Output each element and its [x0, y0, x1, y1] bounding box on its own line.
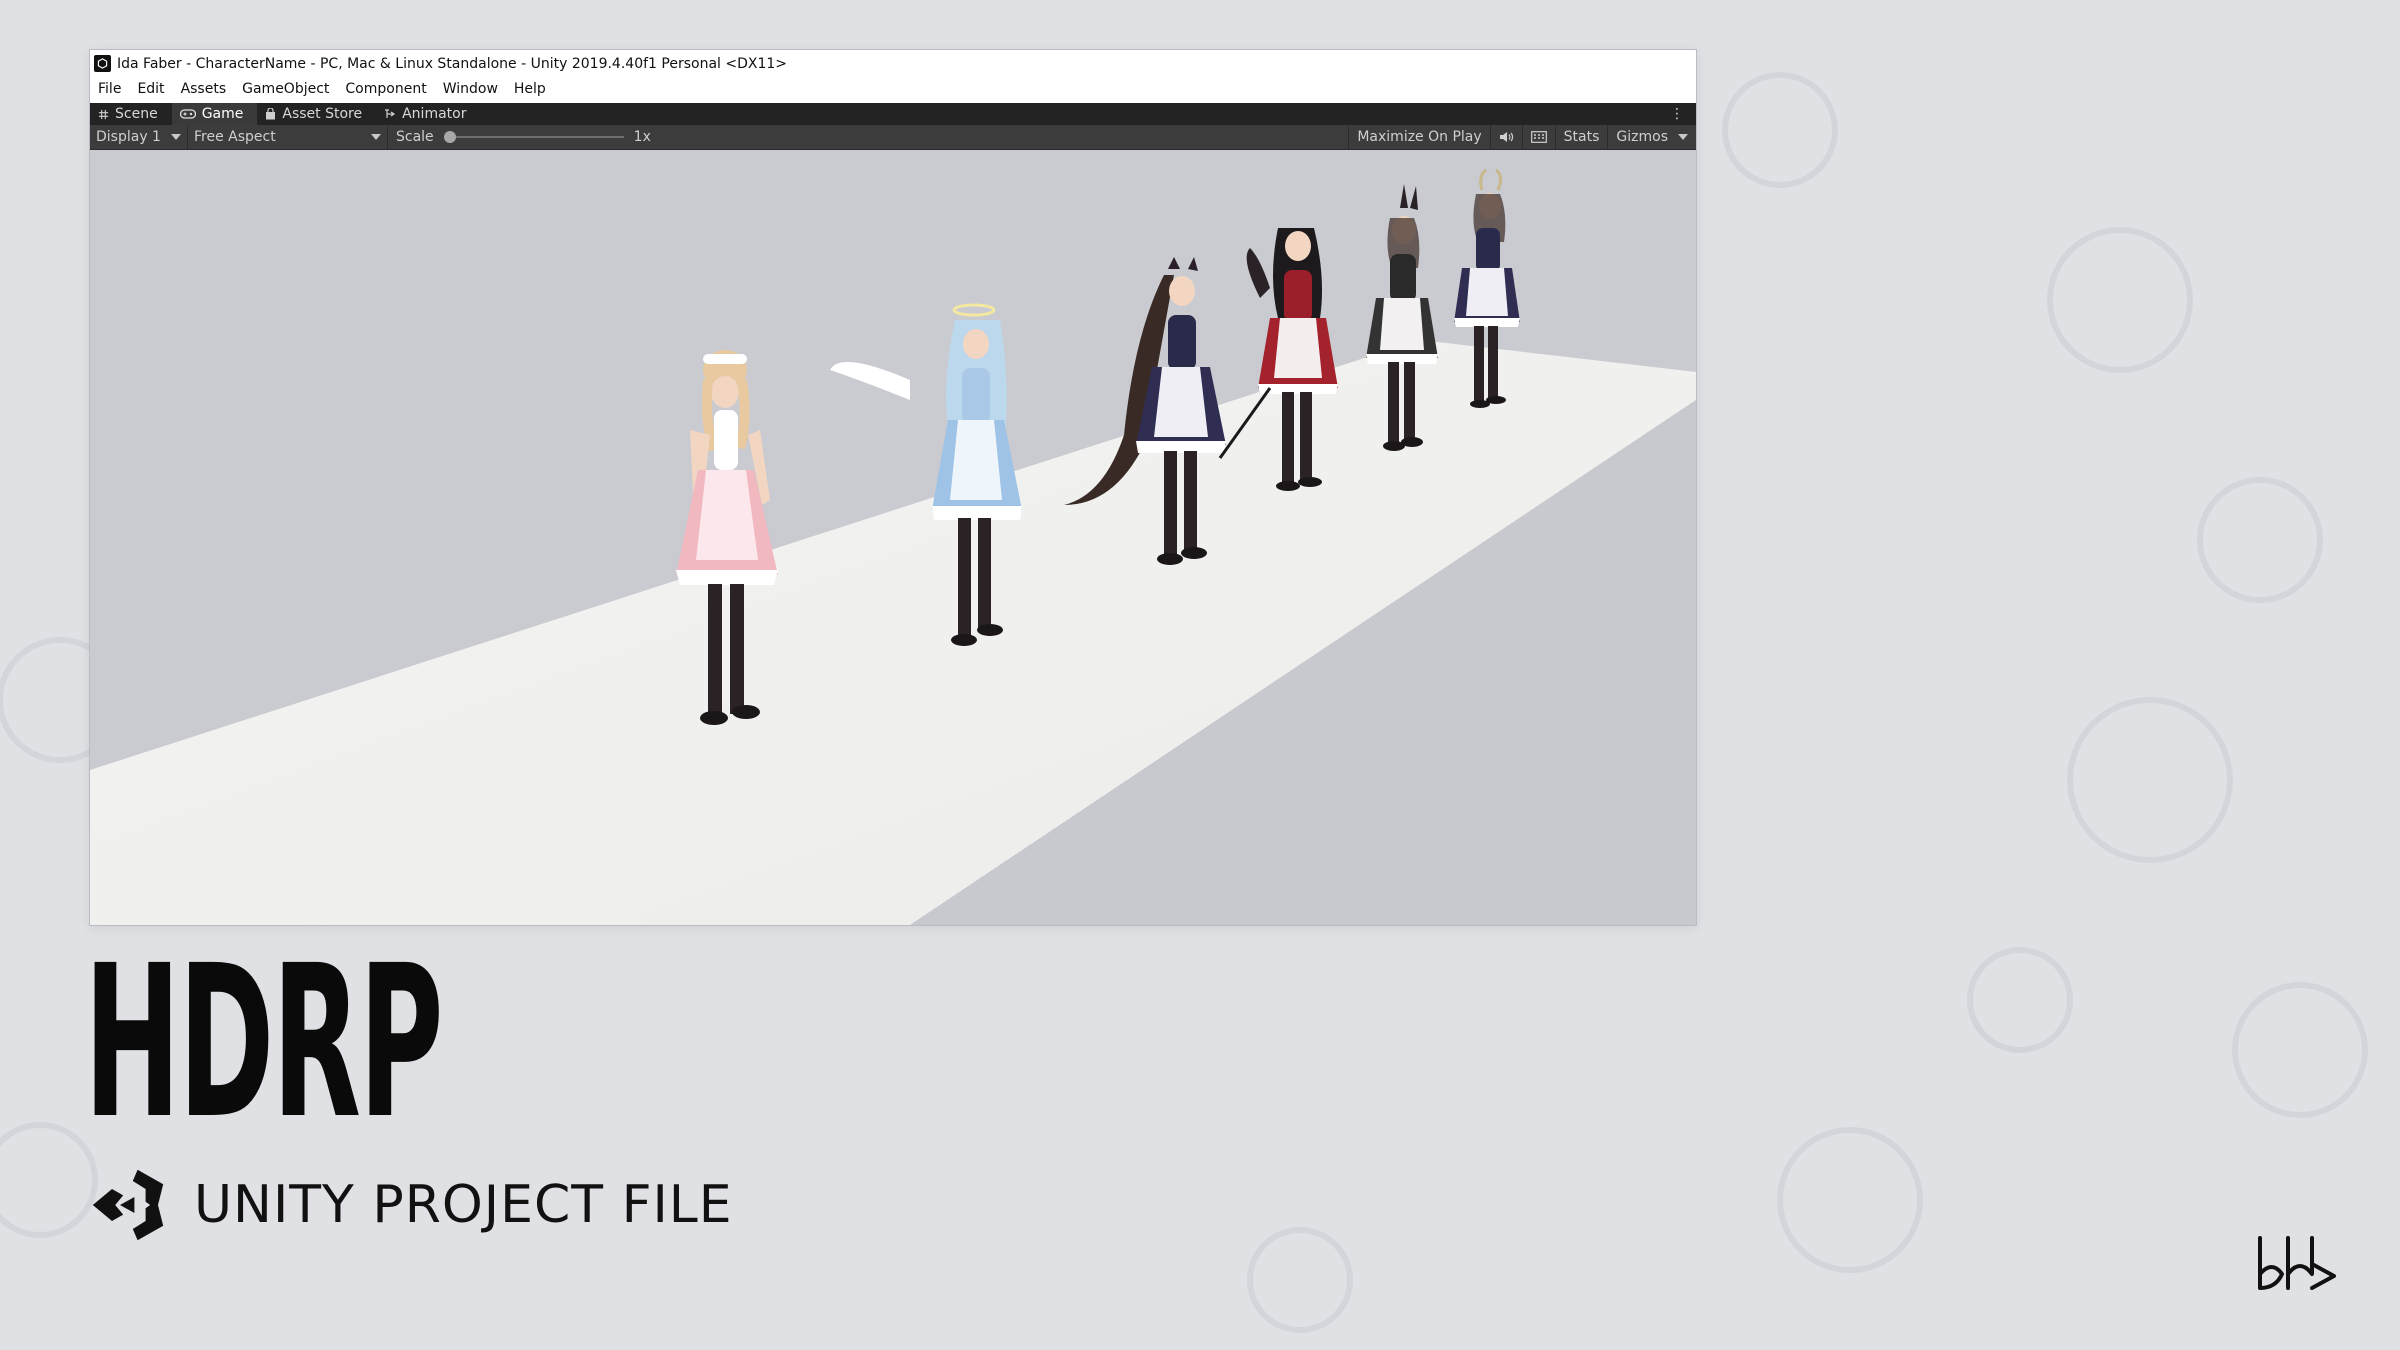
- headline-hdrp: HDRP: [84, 920, 444, 1165]
- stats-overlay-button[interactable]: [1521, 125, 1555, 149]
- editor-tab-bar: Scene Game Asset Store Animator ⋮: [90, 103, 1696, 125]
- game-view-toolbar: Display 1 Free Aspect Scale 1x Maximize …: [90, 125, 1696, 150]
- tab-scene[interactable]: Scene: [90, 103, 172, 125]
- tab-animator[interactable]: Animator: [376, 103, 480, 125]
- menu-component[interactable]: Component: [337, 81, 434, 97]
- title-bar: Ida Faber - CharacterName - PC, Mac & Li…: [90, 50, 1696, 77]
- window-title: Ida Faber - CharacterName - PC, Mac & Li…: [117, 55, 788, 72]
- subtitle-text: UNITY PROJECT FILE: [194, 1175, 733, 1235]
- tab-asset-store[interactable]: Asset Store: [257, 103, 376, 125]
- unity-app-icon: [94, 55, 111, 72]
- menu-gameobject[interactable]: GameObject: [234, 81, 337, 97]
- keyboard-icon: [1530, 131, 1547, 143]
- chevron-down-icon: [371, 134, 381, 140]
- game-viewport[interactable]: [90, 150, 1696, 925]
- gizmos-button[interactable]: Gizmos: [1607, 125, 1696, 149]
- stats-button[interactable]: Stats: [1554, 125, 1608, 149]
- aspect-dropdown[interactable]: Free Aspect: [188, 125, 388, 149]
- gamepad-icon: [179, 109, 196, 119]
- menu-edit[interactable]: Edit: [129, 81, 172, 97]
- display-dropdown[interactable]: Display 1: [90, 125, 188, 149]
- maximize-on-play-button[interactable]: Maximize On Play: [1348, 125, 1489, 149]
- menu-bar: File Edit Assets GameObject Component Wi…: [90, 77, 1696, 101]
- mute-audio-button[interactable]: [1489, 125, 1522, 149]
- toolbar-right-group: Maximize On Play Stats Gizmos: [1348, 125, 1696, 149]
- tab-game[interactable]: Game: [171, 103, 258, 125]
- scale-control: Scale 1x: [396, 129, 651, 145]
- menu-window[interactable]: Window: [435, 81, 506, 97]
- unity-editor-window: Ida Faber - CharacterName - PC, Mac & Li…: [89, 49, 1697, 926]
- chevron-down-icon: [171, 134, 181, 140]
- scale-slider-thumb[interactable]: [443, 131, 456, 143]
- bag-icon: [266, 108, 276, 120]
- game-render: [90, 150, 1696, 925]
- menu-help[interactable]: Help: [506, 81, 554, 97]
- menu-assets[interactable]: Assets: [173, 81, 235, 97]
- grid-icon: [98, 109, 109, 119]
- unity-logo-icon: [92, 1169, 164, 1241]
- brand-logo-icon: [2258, 1236, 2336, 1290]
- chevron-down-icon: [1678, 134, 1688, 140]
- animator-icon: [385, 109, 396, 118]
- speaker-icon: [1499, 132, 1513, 142]
- subtitle-row: UNITY PROJECT FILE: [88, 1165, 733, 1245]
- menu-file[interactable]: File: [90, 81, 129, 97]
- more-options-icon[interactable]: ⋮: [1670, 106, 1684, 122]
- scale-slider[interactable]: [443, 131, 624, 143]
